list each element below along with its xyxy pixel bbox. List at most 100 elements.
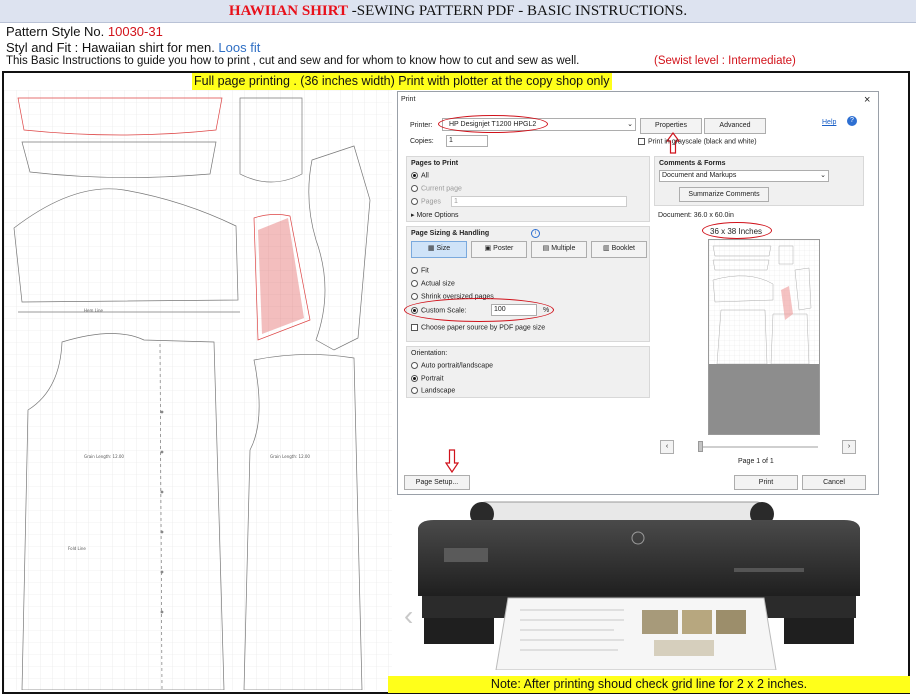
pages-value: 1 — [454, 198, 458, 205]
comments-forms-title: Comments & Forms — [659, 160, 726, 167]
radio-fit-icon — [411, 267, 418, 274]
document-title: HAWIIAN SHIRT -SEWING PATTERN PDF - BASI… — [0, 0, 916, 23]
radio-landscape-label: Landscape — [421, 387, 456, 395]
plotter-image — [418, 501, 860, 670]
copies-value: 1 — [449, 137, 453, 144]
fold-line-label: Fold Line — [68, 546, 86, 551]
pages-input[interactable]: 1 — [451, 196, 627, 207]
radio-all[interactable]: All — [411, 172, 429, 179]
help-link[interactable]: Help — [822, 119, 836, 126]
page-slider-thumb[interactable] — [698, 441, 703, 452]
front-grain-label: Grain Length: 12.00 — [84, 454, 124, 459]
back-grain-label: Grain Length: 12.00 — [270, 454, 310, 459]
tab-poster[interactable]: ▣ Poster — [471, 241, 527, 258]
tab-size-label: Size — [436, 245, 451, 252]
document-size: Document: 36.0 x 60.0in — [658, 212, 734, 219]
style-fit-line: Styl and Fit : Hawaiian shirt for men. L… — [6, 40, 260, 55]
previous-page-button[interactable]: ‹ — [660, 440, 674, 454]
sewing-pattern-layout: Grain Length: 12.00 Grain Length: 12.00 … — [4, 90, 392, 690]
copies-input[interactable]: 1 — [446, 135, 488, 147]
radio-fit[interactable]: Fit — [411, 267, 429, 274]
radio-actual[interactable]: Actual size — [411, 280, 455, 287]
pages-to-print-panel: Pages to Print All Current page Pages 1 … — [406, 156, 650, 222]
radio-auto-label: Auto portrait/landscape — [421, 362, 493, 370]
page-sizing-title: Page Sizing & Handling — [411, 230, 490, 237]
hem-line-label: Hem Line — [84, 308, 104, 313]
title-rest: -SEWING PATTERN PDF - BASIC INSTRUCTIONS… — [348, 3, 688, 19]
comments-forms-panel: Comments & Forms Document and Markups ⌄ … — [654, 156, 864, 206]
tab-poster-label: Poster — [493, 245, 514, 252]
orientation-title: Orientation: — [411, 350, 448, 357]
style-fit-value: Loos fit — [218, 40, 261, 55]
paper-source-option[interactable]: Choose paper source by PDF page size — [411, 324, 545, 331]
close-icon[interactable]: × — [864, 94, 870, 106]
more-options-label: More Options — [416, 212, 459, 219]
style-fit-label: Styl and Fit : Hawaiian shirt for men. — [6, 40, 219, 55]
radio-current-label: Current page — [421, 185, 462, 193]
radio-auto-icon — [411, 362, 418, 369]
comments-select[interactable]: Document and Markups ⌄ — [659, 170, 829, 182]
info-icon[interactable]: i — [531, 229, 540, 238]
page-setup-button[interactable]: Page Setup... — [404, 475, 470, 490]
tab-booklet-label: Booklet — [611, 245, 635, 252]
dialog-title: Print — [401, 96, 416, 103]
grayscale-option[interactable]: Print in grayscale (black and white) — [638, 138, 757, 145]
printer-label: Printer: — [410, 122, 433, 129]
next-page-button[interactable]: › — [842, 440, 856, 454]
grayscale-checkbox[interactable] — [638, 138, 645, 145]
pattern-style-line: Pattern Style No. 10030-31 — [6, 24, 163, 39]
radio-portrait-label: Portrait — [421, 375, 444, 383]
print-preview — [708, 239, 820, 435]
print-dialog: Print × Printer: HP Designjet T1200 HPGL… — [397, 91, 879, 495]
radio-actual-label: Actual size — [421, 280, 455, 288]
comments-value: Document and Markups — [662, 172, 737, 179]
printing-banner: Full page printing . (36 inches width) P… — [192, 73, 612, 90]
print-button[interactable]: Print — [734, 475, 798, 490]
grayscale-label: Print in grayscale (black and white) — [648, 138, 757, 146]
more-options-toggle[interactable]: ▸ More Options — [411, 211, 459, 219]
note-banner: Note: After printing shoud check grid li… — [388, 676, 910, 693]
radio-landscape-icon — [411, 387, 418, 394]
summarize-comments-button[interactable]: Summarize Comments — [679, 187, 769, 202]
radio-fit-label: Fit — [421, 267, 429, 275]
tab-multiple[interactable]: ▤ Multiple — [531, 241, 587, 258]
radio-landscape[interactable]: Landscape — [411, 387, 455, 394]
radio-current[interactable]: Current page — [411, 185, 462, 192]
radio-actual-icon — [411, 280, 418, 287]
orientation-panel: Orientation: Auto portrait/landscape Por… — [406, 346, 650, 398]
pattern-style-number: 10030-31 — [107, 24, 163, 39]
paper-source-label: Choose paper source by PDF page size — [421, 324, 546, 332]
cancel-button[interactable]: Cancel — [802, 475, 866, 490]
radio-portrait[interactable]: Portrait — [411, 375, 444, 382]
radio-all-icon — [411, 172, 418, 179]
radio-shrink-icon — [411, 293, 418, 300]
copies-label: Copies: — [410, 138, 434, 145]
size-callout-highlight — [702, 222, 772, 239]
radio-pages-icon — [411, 198, 418, 205]
chevron-down-icon: ⌄ — [820, 172, 826, 179]
paper-source-checkbox[interactable] — [411, 324, 418, 331]
instructions-text: This Basic Instructions to guide you how… — [6, 55, 580, 67]
printer-highlight — [438, 115, 548, 133]
title-garment: HAWIIAN SHIRT — [228, 3, 349, 19]
chevron-left-icon[interactable]: ‹ — [404, 600, 413, 632]
pattern-style-label: Pattern Style No. — [6, 24, 108, 39]
radio-pages-label: Pages — [421, 198, 441, 206]
radio-current-icon — [411, 185, 418, 192]
advanced-button[interactable]: Advanced — [704, 118, 766, 134]
tab-size[interactable]: ▦ Size — [411, 241, 467, 258]
radio-portrait-icon — [411, 375, 418, 382]
radio-pages[interactable]: Pages — [411, 198, 441, 205]
tab-booklet[interactable]: ▥ Booklet — [591, 241, 647, 258]
page-sizing-panel: Page Sizing & Handling i ▦ Size ▣ Poster… — [406, 226, 650, 342]
help-icon[interactable]: ? — [847, 116, 857, 126]
custom-scale-highlight — [404, 298, 554, 322]
radio-all-label: All — [421, 172, 429, 180]
sewist-level: (Sewist level : Intermediate) — [654, 55, 796, 67]
radio-auto[interactable]: Auto portrait/landscape — [411, 362, 493, 369]
page-slider[interactable] — [698, 446, 818, 448]
pages-to-print-title: Pages to Print — [411, 160, 459, 167]
red-arrow-down-icon — [445, 449, 459, 473]
page-counter: Page 1 of 1 — [738, 458, 774, 465]
preview-thumbnail — [709, 240, 819, 434]
